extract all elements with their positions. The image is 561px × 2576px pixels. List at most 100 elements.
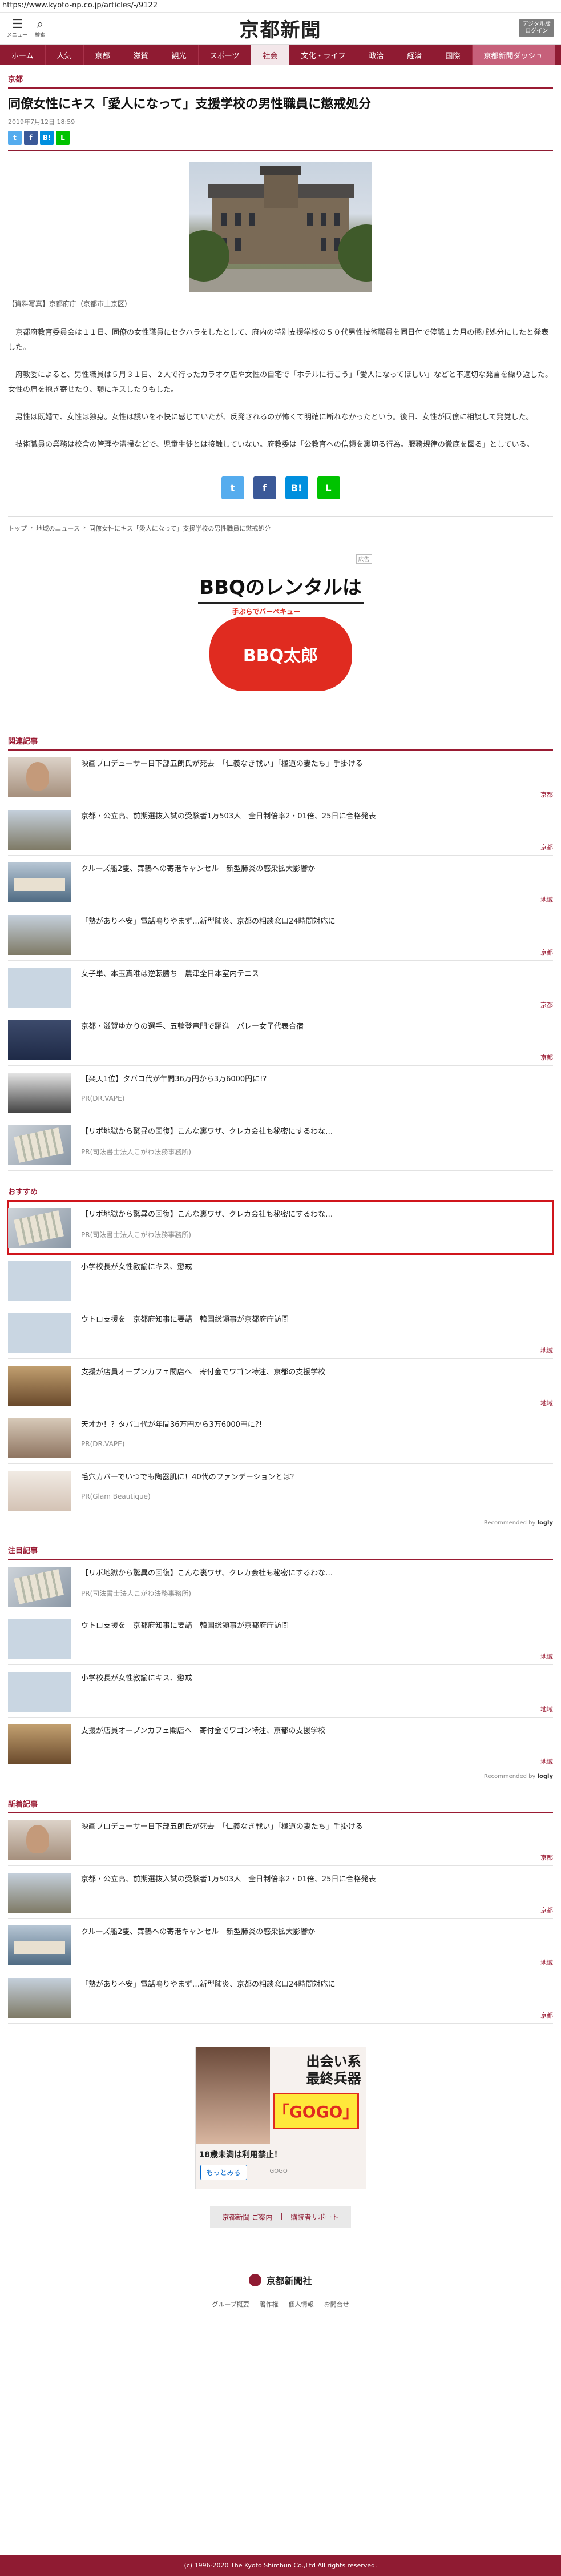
line-share-icon[interactable]: L: [56, 131, 70, 145]
footer-nav-group[interactable]: グループ概要: [212, 2300, 249, 2309]
list-item[interactable]: 京都・公立高、前期選抜入試の受験者1万503人 全日制倍率2・01倍、25日に合…: [8, 803, 553, 856]
nav-sports[interactable]: スポーツ: [199, 45, 252, 65]
list-item[interactable]: 毛穴カバーでいつでも陶器肌に！40代のファンデーションとは？ PR(Glam B…: [8, 1464, 553, 1516]
twitter-share-icon[interactable]: t: [8, 131, 22, 145]
list-item[interactable]: 映画プロデューサー日下部五朗氏が死去 「仁義なき戦い」「極道の妻たち」手掛ける …: [8, 751, 553, 803]
footer-nav: グループ概要 著作権 個人情報 お問合せ: [0, 2297, 561, 2326]
nav-kyoto[interactable]: 京都: [84, 45, 122, 65]
list-item-tag: 京都: [540, 1854, 553, 1861]
ad-gogo[interactable]: 出会い系 最終兵器 「GOGO」 18歳未満は利用禁止！ もっとみる GOGO: [0, 2024, 561, 2201]
list-item[interactable]: 小学校長が女性教諭にキス、懲戒 地域: [8, 1665, 553, 1718]
recommended-by-label: Recommended by: [483, 1773, 536, 1780]
thumbnail: [8, 968, 71, 1008]
list-item[interactable]: 支援が店員オープンカフェ閣店へ 寄付金でワゴン特注、京都の支援学校 地域: [8, 1359, 553, 1411]
search-label: 検索: [34, 33, 45, 38]
list-item[interactable]: 【楽天1位】タバコ代が年間36万円から3万6000円に!? PR(DR.VAPE…: [8, 1066, 553, 1118]
footer-nav-contact[interactable]: お問合せ: [324, 2300, 349, 2309]
list-item[interactable]: 【リボ地獄から驚異の回復】こんな裏ワザ、クレカ会社も秘密にするわな… PR(司法…: [8, 1560, 553, 1612]
footer-link-guide[interactable]: 京都新聞 ご案内: [223, 2212, 273, 2222]
footer-nav-privacy[interactable]: 個人情報: [289, 2300, 314, 2309]
twitter-share-icon[interactable]: t: [221, 476, 244, 499]
breadcrumb-top[interactable]: トップ: [8, 524, 27, 533]
list-item[interactable]: 「熱があり不安」電話鳴りやまず…新型肺炎、京都の相談窓口24時間対応に 京都: [8, 908, 553, 961]
breadcrumb: トップ › 地域のニュース › 同僚女性にキス「愛人になって」支援学校の男性職員…: [8, 516, 553, 540]
nav-society[interactable]: 社会: [251, 45, 290, 65]
list-item-tag: 地域: [540, 1758, 553, 1766]
list-item[interactable]: 京都・滋賀ゆかりの選手、五輪登竜門で躍進 バレー女子代表合宿 京都: [8, 1013, 553, 1066]
list-item[interactable]: 【リボ地獄から驚異の回復】こんな裏ワザ、クレカ会社も秘密にするわな… PR(司法…: [8, 1118, 553, 1171]
facebook-share-icon[interactable]: f: [253, 476, 276, 499]
footer-link-support[interactable]: 購読者サポート: [290, 2212, 338, 2222]
footer-nav-copyright[interactable]: 著作権: [260, 2300, 279, 2309]
thumbnail: [8, 915, 71, 955]
list-item-tag: 京都: [540, 1054, 553, 1061]
nav-culture[interactable]: 文化・ライフ: [289, 45, 358, 65]
ad-bbq-logo-text: BBQ太郎: [243, 646, 318, 666]
ad-gogo-badge: 「GOGO」: [273, 2093, 359, 2129]
footer-logo[interactable]: 京都新聞社: [0, 2250, 561, 2297]
footer-links: 京都新聞 ご案内 | 購読者サポート: [0, 2201, 561, 2250]
nav-shiga[interactable]: 滋賀: [122, 45, 160, 65]
list-item[interactable]: 「熱があり不安」電話鳴りやまず…新型肺炎、京都の相談窓口24時間対応に 京都: [8, 1971, 553, 2024]
nav-home[interactable]: ホーム: [0, 45, 46, 65]
search-button[interactable]: ⌕ 検索: [29, 16, 51, 41]
thumbnail: [8, 1873, 71, 1913]
article-title: 同僚女性にキス「愛人になって」支援学校の男性職員に懲戒処分: [8, 97, 372, 111]
search-icon: ⌕: [36, 17, 44, 31]
logly-logo: logly: [537, 1773, 553, 1780]
list-item[interactable]: 【リボ地獄から驚異の回復】こんな裏ワザ、クレカ会社も秘密にするわな… PR(司法…: [7, 1200, 554, 1255]
latest-title: 新着記事: [8, 1783, 553, 1813]
list-item[interactable]: 京都・公立高、前期選抜入試の受験者1万503人 全日制倍率2・01倍、25日に合…: [8, 1866, 553, 1919]
article-section[interactable]: 京都: [8, 65, 553, 89]
nav-economy[interactable]: 経済: [395, 45, 434, 65]
ad-bbq[interactable]: 広告 BBQのレンタルは 手ぶらでバーベキュー BBQ太郎: [0, 540, 561, 720]
article-photo[interactable]: [189, 162, 372, 292]
site-logo[interactable]: 京都新聞: [240, 14, 322, 42]
thumbnail: [8, 1418, 71, 1458]
list-item-tag: 地域: [540, 896, 553, 904]
thumbnail: [8, 1261, 71, 1301]
list-item[interactable]: 天才か！？タバコ代が年間36万円から3万6000円に?! PR(DR.VAPE): [8, 1411, 553, 1464]
nav-dash[interactable]: 京都新聞ダッシュ: [472, 45, 555, 65]
breadcrumb-current: 同僚女性にキス「愛人になって」支援学校の男性職員に懲戒処分: [89, 525, 271, 532]
list-item-tag: 京都: [540, 1001, 553, 1009]
list-item[interactable]: ウトロ支援を 京都府知事に要請 韓国総領事が京都府庁訪問 地域: [8, 1612, 553, 1665]
list-item-title: 支援が店員オープンカフェ閣店へ 寄付金でワゴン特注、京都の支援学校: [81, 1368, 326, 1377]
chevron-right-icon: ›: [83, 524, 86, 531]
article-paragraph: 府教委によると、男性職員は５月３１日、２人で行ったカラオケ店や女性の自宅で「ホテ…: [8, 371, 552, 394]
ad-more-button[interactable]: もっとみる: [200, 2165, 247, 2180]
nav-popular[interactable]: 人気: [46, 45, 84, 65]
ad-model-image: [195, 2047, 270, 2144]
ad-bbq-creative[interactable]: BBQのレンタルは 手ぶらでバーベキュー BBQ太郎: [189, 564, 372, 707]
thumbnail: [8, 862, 71, 902]
recommended-by[interactable]: Recommended by logly: [0, 1516, 561, 1530]
category-nav: ホーム 人気 京都 滋賀 観光 スポーツ 社会 文化・ライフ 政治 経済 国際 …: [0, 45, 561, 65]
ad-gogo-headline: 出会い系 最終兵器: [306, 2053, 361, 2087]
list-item[interactable]: クルーズ船2隻、舞鶴への寄港キャンセル 新型肺炎の感染拡大影響か 地域: [8, 1919, 553, 1971]
hatena-share-icon[interactable]: B!: [40, 131, 54, 145]
digital-login-button[interactable]: デジタル版 ログイン: [519, 19, 554, 37]
list-item-title: 【リボ地獄から驚異の回復】こんな裏ワザ、クレカ会社も秘密にするわな…: [81, 1127, 333, 1136]
list-item[interactable]: ウトロ支援を 京都府知事に要請 韓国総領事が京都府庁訪問 地域: [8, 1306, 553, 1359]
thumbnail: [8, 1820, 71, 1860]
facebook-share-icon[interactable]: f: [24, 131, 38, 145]
url-bar[interactable]: https://www.kyoto-np.co.jp/articles/-/91…: [0, 0, 561, 13]
nav-tourism[interactable]: 観光: [160, 45, 199, 65]
list-item[interactable]: 女子単、本玉真唯は逆転勝ち 農津全日本室内テニス 京都: [8, 961, 553, 1013]
list-item[interactable]: 小学校長が女性教諭にキス、懲戒: [8, 1254, 553, 1306]
list-item-title: 京都・公立高、前期選抜入試の受験者1万503人 全日制倍率2・01倍、25日に合…: [81, 1875, 376, 1884]
list-item-tag: 地域: [540, 1653, 553, 1660]
list-item[interactable]: 映画プロデューサー日下部五朗氏が死去 「仁義なき戦い」「極道の妻たち」手掛ける …: [8, 1813, 553, 1866]
line-share-icon[interactable]: L: [317, 476, 340, 499]
breadcrumb-local[interactable]: 地域のニュース: [36, 524, 79, 533]
list-item-pr: PR(DR.VAPE): [81, 1094, 125, 1102]
recommended-by[interactable]: Recommended by logly: [0, 1770, 561, 1783]
nav-international[interactable]: 国際: [434, 45, 473, 65]
hatena-share-icon[interactable]: B!: [285, 476, 308, 499]
list-item[interactable]: クルーズ船2隻、舞鶴への寄港キャンセル 新型肺炎の感染拡大影響か 地域: [8, 856, 553, 908]
menu-button[interactable]: ☰ メニュー: [6, 16, 29, 41]
nav-politics[interactable]: 政治: [357, 45, 396, 65]
logly-logo: logly: [537, 1520, 553, 1526]
list-item[interactable]: 支援が店員オープンカフェ閣店へ 寄付金でワゴン特注、京都の支援学校 地域: [8, 1718, 553, 1770]
ad-gogo-creative[interactable]: 出会い系 最終兵器 「GOGO」 18歳未満は利用禁止！ もっとみる GOGO: [195, 2047, 366, 2189]
